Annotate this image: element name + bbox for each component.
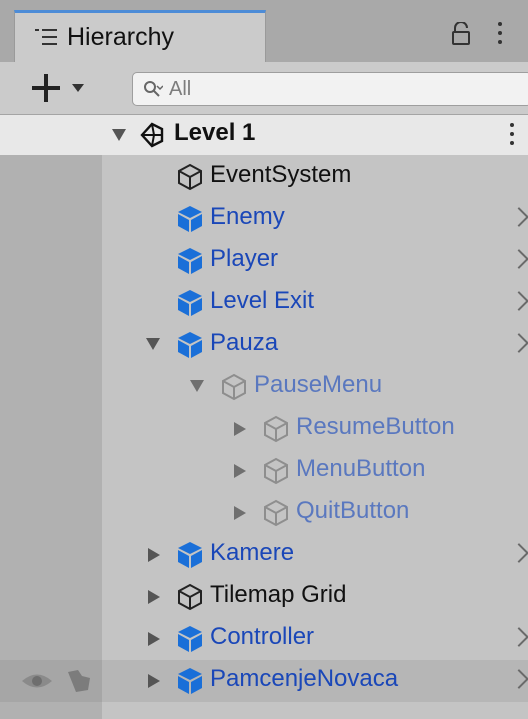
tree-item[interactable]: Level Exit bbox=[0, 282, 528, 324]
scene-row[interactable]: Level 1 bbox=[0, 115, 528, 155]
tree-item-label: Kamere bbox=[210, 539, 295, 566]
chevron-right-icon[interactable] bbox=[509, 627, 528, 647]
tree-item-label: ResumeButton bbox=[296, 413, 455, 440]
chevron-down-icon bbox=[72, 84, 84, 92]
tree-item[interactable]: ResumeButton bbox=[0, 408, 528, 450]
tree-item-label: Controller bbox=[210, 623, 315, 650]
tab-bar: Hierarchy bbox=[0, 0, 528, 63]
add-object-button[interactable] bbox=[28, 70, 98, 106]
tree-item-label: PauseMenu bbox=[254, 371, 383, 398]
chevron-right-icon[interactable] bbox=[509, 333, 528, 353]
tree-item-label: PamcenjeNovaca bbox=[210, 665, 399, 692]
tree-item[interactable]: MenuButton bbox=[0, 450, 528, 492]
tree-item[interactable]: Player bbox=[0, 240, 528, 282]
tree-item-label: MenuButton bbox=[296, 455, 426, 482]
fold-closed-icon[interactable] bbox=[234, 506, 246, 520]
tree-item-label: Pauza bbox=[210, 329, 279, 356]
hierarchy-window: Hierarchy All Level 1 EventSystem Enemy … bbox=[0, 0, 528, 719]
lock-icon[interactable] bbox=[452, 21, 470, 46]
prefab-cube-icon bbox=[176, 540, 204, 570]
tree-item[interactable]: Enemy bbox=[0, 198, 528, 240]
gameobject-cube-icon bbox=[262, 498, 290, 528]
tree-item-label: Enemy bbox=[210, 203, 285, 230]
fold-closed-icon[interactable] bbox=[148, 548, 160, 562]
gameobject-cube-icon bbox=[262, 456, 290, 486]
chevron-right-icon[interactable] bbox=[509, 669, 528, 689]
prefab-cube-icon bbox=[176, 246, 204, 276]
prefab-cube-icon bbox=[176, 288, 204, 318]
tab-label: Hierarchy bbox=[67, 23, 174, 51]
fold-closed-icon[interactable] bbox=[148, 632, 160, 646]
tree-item-label: Player bbox=[210, 245, 279, 272]
fold-open-icon[interactable] bbox=[112, 129, 126, 141]
fold-closed-icon[interactable] bbox=[148, 674, 160, 688]
prefab-cube-icon bbox=[176, 666, 204, 696]
tab-hierarchy[interactable]: Hierarchy bbox=[14, 10, 266, 62]
gutter-cell bbox=[0, 660, 102, 702]
tree-item[interactable]: Pauza bbox=[0, 324, 528, 366]
tree-item[interactable]: Tilemap Grid bbox=[0, 576, 528, 618]
fold-open-icon[interactable] bbox=[146, 338, 160, 350]
fold-closed-icon[interactable] bbox=[234, 464, 246, 478]
tree-item[interactable]: QuitButton bbox=[0, 492, 528, 534]
fold-closed-icon[interactable] bbox=[234, 422, 246, 436]
plus-icon bbox=[32, 74, 60, 102]
tree-item[interactable]: PauseMenu bbox=[0, 366, 528, 408]
hierarchy-tree: Level 1 EventSystem Enemy Player Level Exit… bbox=[0, 115, 528, 719]
eye-icon[interactable] bbox=[20, 670, 54, 692]
tree-item-label: QuitButton bbox=[296, 497, 410, 524]
fold-open-icon[interactable] bbox=[190, 380, 204, 392]
search-input[interactable] bbox=[169, 76, 509, 102]
scene-name: Level 1 bbox=[174, 119, 256, 146]
gameobject-cube-icon bbox=[176, 162, 204, 192]
chevron-right-icon[interactable] bbox=[509, 249, 528, 269]
tree-item-label: EventSystem bbox=[210, 161, 352, 188]
fold-closed-icon[interactable] bbox=[148, 590, 160, 604]
prefab-cube-icon bbox=[176, 330, 204, 360]
hierarchy-list-icon bbox=[35, 27, 57, 47]
vertical-ellipsis-icon[interactable] bbox=[496, 22, 504, 46]
search-field[interactable] bbox=[132, 72, 528, 106]
tree-item[interactable]: EventSystem bbox=[0, 156, 528, 198]
gameobject-cube-icon bbox=[176, 582, 204, 612]
tree-item[interactable]: Kamere bbox=[0, 534, 528, 576]
gameobject-cube-icon bbox=[220, 372, 248, 402]
prefab-cube-icon bbox=[176, 204, 204, 234]
scene-menu-icon[interactable] bbox=[508, 123, 516, 149]
unity-scene-icon bbox=[138, 120, 166, 150]
chevron-right-icon[interactable] bbox=[509, 543, 528, 563]
gameobject-cube-icon bbox=[262, 414, 290, 444]
tree-item[interactable]: PamcenjeNovaca bbox=[0, 660, 528, 702]
chevron-right-icon[interactable] bbox=[509, 207, 528, 227]
pointer-hand-icon[interactable] bbox=[64, 668, 94, 694]
search-icon bbox=[143, 80, 164, 98]
tree-item-label: Level Exit bbox=[210, 287, 315, 314]
tree-item-label: Tilemap Grid bbox=[210, 581, 347, 608]
chevron-right-icon[interactable] bbox=[509, 291, 528, 311]
prefab-cube-icon bbox=[176, 624, 204, 654]
tree-item[interactable]: Controller bbox=[0, 618, 528, 660]
toolbar bbox=[0, 62, 528, 115]
